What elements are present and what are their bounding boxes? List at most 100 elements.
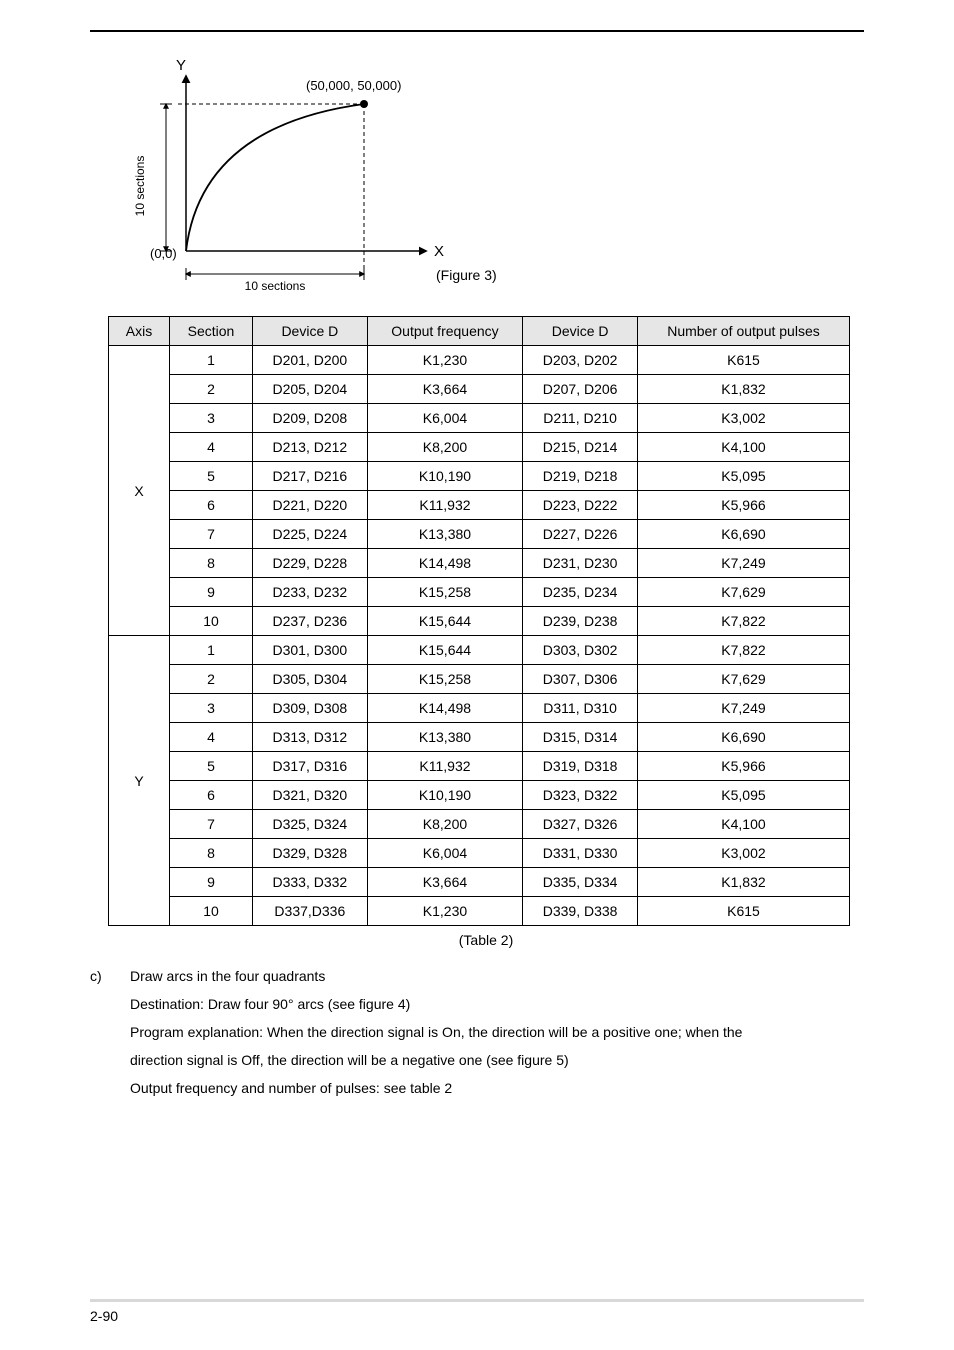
freq-cell: K10,190 [367,462,523,491]
section-cell: 4 [170,723,253,752]
page-number: 2-90 [90,1308,864,1324]
footer: 2-90 [90,1299,864,1324]
freq-cell: K14,498 [367,694,523,723]
section-cell: 7 [170,520,253,549]
pulses-cell: K5,966 [637,491,849,520]
table-row: 3D209, D208K6,004D211, D210K3,002 [109,404,850,433]
section-cell: 6 [170,491,253,520]
out-line: Output frequency and number of pulses: s… [130,1074,864,1102]
pulses-cell: K4,100 [637,810,849,839]
freq-cell: K13,380 [367,520,523,549]
figure-3: Y X (0,0) [116,56,576,296]
section-cell: 3 [170,404,253,433]
device-d2-cell: D303, D302 [523,636,638,665]
section-cell: 5 [170,752,253,781]
table-row: 4D313, D312K13,380D315, D314K6,690 [109,723,850,752]
freq-cell: K11,932 [367,491,523,520]
table-row: 9D233, D232K15,258D235, D234K7,629 [109,578,850,607]
device-d2-cell: D307, D306 [523,665,638,694]
table-row: 8D229, D228K14,498D231, D230K7,249 [109,549,850,578]
freq-cell: K11,932 [367,752,523,781]
device-d1-cell: D221, D220 [253,491,368,520]
device-d1-cell: D337,D336 [253,897,368,926]
prog-line-1: Program explanation: When the direction … [130,1018,864,1046]
device-d1-cell: D213, D212 [253,433,368,462]
section-cell: 9 [170,578,253,607]
freq-cell: K3,664 [367,868,523,897]
footer-rule [90,1299,864,1302]
pulses-cell: K7,822 [637,607,849,636]
axis-cell: X [109,346,170,636]
th-output-freq: Output frequency [367,317,523,346]
pulses-cell: K1,832 [637,868,849,897]
section-cell: 1 [170,346,253,375]
freq-cell: K10,190 [367,781,523,810]
freq-cell: K6,004 [367,404,523,433]
section-cell: 8 [170,839,253,868]
table-row: 10D337,D336K1,230D339, D338K615 [109,897,850,926]
device-d1-cell: D321, D320 [253,781,368,810]
table-row: 5D317, D316K11,932D319, D318K5,966 [109,752,850,781]
table-caption: (Table 2) [108,932,864,948]
device-d1-cell: D229, D228 [253,549,368,578]
table-row: 5D217, D216K10,190D219, D218K5,095 [109,462,850,491]
dest-line: Destination: Draw four 90° arcs (see fig… [130,990,864,1018]
pulses-cell: K7,629 [637,578,849,607]
table-row: 3D309, D308K14,498D311, D310K7,249 [109,694,850,723]
table-row: 7D225, D224K13,380D227, D226K6,690 [109,520,850,549]
th-axis: Axis [109,317,170,346]
section-cell: 2 [170,375,253,404]
freq-cell: K1,230 [367,897,523,926]
table-row: 2D305, D304K15,258D307, D306K7,629 [109,665,850,694]
section-cell: 10 [170,897,253,926]
section-cell: 1 [170,636,253,665]
pulses-cell: K5,966 [637,752,849,781]
y-axis-label: Y [176,57,186,74]
pulses-cell: K1,832 [637,375,849,404]
freq-cell: K1,230 [367,346,523,375]
pulses-cell: K3,002 [637,404,849,433]
pulses-cell: K3,002 [637,839,849,868]
freq-cell: K15,644 [367,607,523,636]
device-d1-cell: D301, D300 [253,636,368,665]
pulses-cell: K7,249 [637,549,849,578]
x-axis-label: X [434,243,444,260]
top-rule [90,30,864,32]
origin-label: (0,0) [150,246,177,261]
prog-line-2: direction signal is Off, the direction w… [130,1046,864,1074]
device-d2-cell: D323, D322 [523,781,638,810]
device-d2-cell: D231, D230 [523,549,638,578]
device-d2-cell: D203, D202 [523,346,638,375]
section-cell: 8 [170,549,253,578]
axis-cell: Y [109,636,170,926]
pulses-cell: K4,100 [637,433,849,462]
device-d1-cell: D333, D332 [253,868,368,897]
section-cell: 3 [170,694,253,723]
y-sections-label: 10 sections [133,156,147,217]
freq-cell: K15,644 [367,636,523,665]
device-d2-cell: D207, D206 [523,375,638,404]
freq-cell: K14,498 [367,549,523,578]
section-cell: 9 [170,868,253,897]
th-pulses: Number of output pulses [637,317,849,346]
device-d1-cell: D237, D236 [253,607,368,636]
th-device-d2: Device D [523,317,638,346]
device-d1-cell: D209, D208 [253,404,368,433]
table-row: 7D325, D324K8,200D327, D326K4,100 [109,810,850,839]
freq-cell: K3,664 [367,375,523,404]
device-d1-cell: D305, D304 [253,665,368,694]
point-label: (50,000, 50,000) [306,78,401,93]
pulses-cell: K7,629 [637,665,849,694]
section-cell: 7 [170,810,253,839]
item-c-title: Draw arcs in the four quadrants [130,962,864,990]
device-d1-cell: D329, D328 [253,839,368,868]
item-c-label: c) [90,962,110,1102]
device-d2-cell: D219, D218 [523,462,638,491]
table-row: 2D205, D204K3,664D207, D206K1,832 [109,375,850,404]
body-text: c) Draw arcs in the four quadrants Desti… [90,962,864,1102]
table-row: 6D321, D320K10,190D323, D322K5,095 [109,781,850,810]
table-2: Axis Section Device D Output frequency D… [108,316,864,948]
device-d2-cell: D235, D234 [523,578,638,607]
freq-cell: K6,004 [367,839,523,868]
th-section: Section [170,317,253,346]
